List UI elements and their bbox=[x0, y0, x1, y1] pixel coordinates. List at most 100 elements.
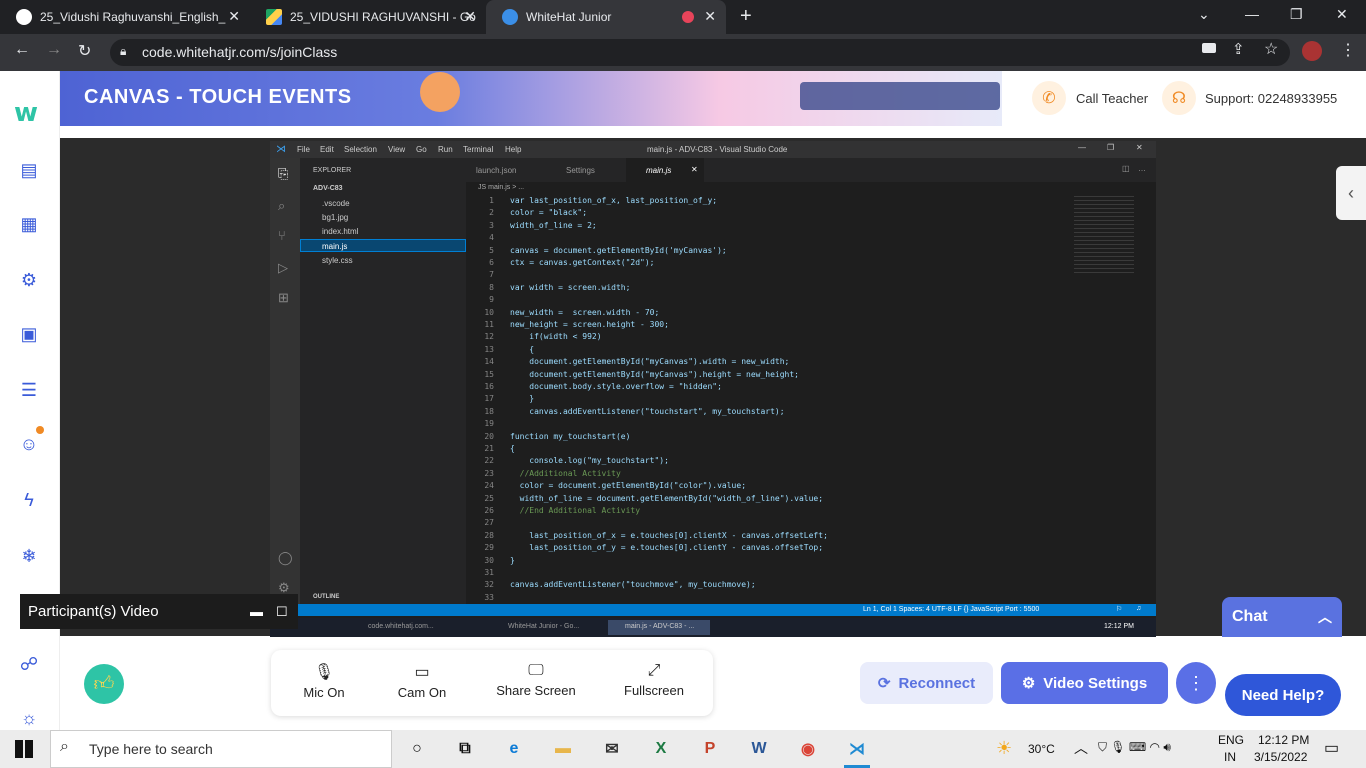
code-line[interactable]: last_position_of_y = e.touches[0].client… bbox=[510, 543, 823, 552]
need-help-button[interactable]: Need Help? bbox=[1225, 674, 1341, 716]
code-line[interactable]: if(width < 992) bbox=[510, 332, 601, 341]
code-line[interactable]: document.body.style.overflow = "hidden"; bbox=[510, 382, 722, 391]
close-tab-icon[interactable]: ✕ bbox=[464, 8, 476, 25]
share-screen-button[interactable]: 🖵︎ Share Screen bbox=[491, 662, 581, 698]
projects-icon[interactable]: ⚙ bbox=[16, 268, 42, 292]
maximize-icon[interactable]: ❐ bbox=[1290, 6, 1303, 23]
code-line[interactable]: color = "black"; bbox=[510, 208, 587, 217]
powerpoint-icon[interactable]: P bbox=[697, 736, 723, 762]
quiz-icon[interactable]: ☰ bbox=[16, 378, 42, 402]
split-editor-icon[interactable]: ◫ bbox=[1122, 164, 1130, 173]
show-hidden-icons[interactable]: ︿ bbox=[1074, 738, 1088, 758]
minimap[interactable] bbox=[1074, 196, 1134, 276]
code-line[interactable]: document.getElementById("myCanvas").heig… bbox=[510, 370, 799, 379]
vs-minimize-icon[interactable]: — bbox=[1078, 143, 1086, 152]
tab-main-js-label[interactable]: main.js bbox=[646, 166, 671, 175]
window-close-icon[interactable]: ✕ bbox=[1336, 6, 1348, 23]
tab-settings[interactable]: Settings bbox=[566, 166, 595, 175]
language-in[interactable]: IN bbox=[1224, 750, 1236, 764]
profile-avatar[interactable] bbox=[1302, 41, 1322, 61]
url-field[interactable]: code.whitehatjr.com/s/joinClass bbox=[110, 39, 1290, 66]
participant-video-bar[interactable]: Participant(s) Video ▬ ☐ bbox=[20, 594, 298, 629]
browser-tab-2[interactable]: 25_VIDUSHI RAGHUVANSHI - Go ✕ bbox=[250, 0, 486, 34]
chrome-icon[interactable]: ◉ bbox=[795, 736, 821, 762]
whitehat-logo-icon[interactable]: w bbox=[14, 98, 38, 128]
menu-terminal[interactable]: Terminal bbox=[463, 145, 493, 154]
schedule-icon[interactable]: ▤ bbox=[16, 158, 42, 182]
reconnect-button[interactable]: ⟳ Reconnect bbox=[860, 662, 993, 704]
code-line[interactable]: { bbox=[510, 444, 515, 453]
notification-icon[interactable]: ▭ bbox=[1324, 738, 1339, 758]
mail-icon[interactable]: ✉ bbox=[599, 736, 625, 762]
more-options-button[interactable]: ⋮ bbox=[1176, 662, 1216, 704]
phone-icon[interactable]: ✆ bbox=[1032, 81, 1066, 115]
minimize-video-icon[interactable]: ▬ bbox=[250, 594, 263, 629]
code-editor[interactable]: JS main.js > ... 1 var last_position_of_x… bbox=[466, 182, 1156, 604]
mic-button[interactable]: 🎙︎ Mic On bbox=[279, 662, 369, 700]
fullscreen-button[interactable]: ⤢ Fullscreen bbox=[609, 662, 699, 698]
forward-icon[interactable]: → bbox=[46, 41, 62, 59]
source-control-icon[interactable]: ⑂ bbox=[278, 228, 286, 243]
code-line[interactable]: //Additional Activity bbox=[510, 469, 621, 478]
video-settings-button[interactable]: ⚙ Video Settings bbox=[1001, 662, 1168, 704]
code-line[interactable]: { bbox=[510, 345, 534, 354]
code-line[interactable]: var width = screen.width; bbox=[510, 283, 630, 292]
project-name[interactable]: ADV-C83 bbox=[313, 185, 343, 192]
code-line[interactable]: last_position_of_x = e.touches[0].client… bbox=[510, 531, 828, 540]
task-view-icon[interactable]: ⧉ bbox=[452, 736, 478, 762]
brightness-icon[interactable]: ☼ bbox=[16, 706, 42, 730]
clock-time[interactable]: 12:12 PM bbox=[1258, 733, 1309, 747]
menu-help[interactable]: Help bbox=[505, 145, 521, 154]
book-icon[interactable]: ▦ bbox=[16, 212, 42, 236]
code-line[interactable]: width_of_line = document.getElementById(… bbox=[510, 494, 823, 503]
file-bg1[interactable]: bg1.jpg bbox=[322, 213, 348, 222]
extensions-icon[interactable]: ⊞ bbox=[278, 290, 289, 306]
code-line[interactable]: new_height = screen.height - 300; bbox=[510, 320, 669, 329]
menu-selection[interactable]: Selection bbox=[344, 145, 377, 154]
bookmark-star-icon[interactable]: ☆ bbox=[1264, 39, 1278, 59]
minimize-icon[interactable]: — bbox=[1245, 6, 1259, 22]
camera-icon[interactable] bbox=[1202, 43, 1216, 53]
explorer-icon[interactable]: ⎘ bbox=[278, 166, 288, 182]
bell-icon[interactable]: ♫ bbox=[1136, 605, 1141, 612]
file-style-css[interactable]: style.css bbox=[322, 256, 353, 265]
people-icon[interactable]: ☍ bbox=[16, 652, 42, 676]
browser-tab-3-active[interactable]: WhiteHat Junior ✕ bbox=[486, 0, 726, 34]
menu-kebab-icon[interactable]: ⋮ bbox=[1340, 40, 1356, 60]
chat-panel-toggle[interactable]: Chat ︿ bbox=[1222, 597, 1342, 637]
weather-sun-icon[interactable]: ☀ bbox=[996, 738, 1012, 759]
code-line[interactable]: document.getElementById("myCanvas").widt… bbox=[510, 357, 789, 366]
edge-icon[interactable]: e bbox=[501, 736, 527, 762]
account-icon[interactable]: ◯ bbox=[278, 550, 293, 566]
menu-view[interactable]: View bbox=[388, 145, 405, 154]
menu-file[interactable]: File bbox=[297, 145, 310, 154]
code-line[interactable]: console.log("my_touchstart"); bbox=[510, 456, 669, 465]
expand-video-icon[interactable]: ☐ bbox=[276, 594, 288, 629]
close-tab-icon[interactable]: ✕ bbox=[704, 8, 716, 25]
tab-close-icon[interactable]: ✕ bbox=[691, 165, 698, 174]
tab-launch-json[interactable]: launch.json bbox=[476, 166, 516, 175]
thumbs-up-icon[interactable]: 👍︎ bbox=[84, 664, 124, 704]
code-line[interactable]: ctx = canvas.getContext("2d"); bbox=[510, 258, 655, 267]
code-line[interactable]: canvas.addEventListener("touchmove", my_… bbox=[510, 580, 756, 589]
weather-temp[interactable]: 30°C bbox=[1028, 742, 1055, 756]
word-icon[interactable]: W bbox=[746, 736, 772, 762]
excel-icon[interactable]: X bbox=[648, 736, 674, 762]
close-tab-icon[interactable]: ✕ bbox=[228, 8, 240, 25]
outline-label[interactable]: OUTLINE bbox=[313, 594, 339, 600]
code-line[interactable]: } bbox=[510, 394, 534, 403]
menu-edit[interactable]: Edit bbox=[320, 145, 334, 154]
cam-button[interactable]: ▭ Cam On bbox=[377, 662, 467, 700]
code-line[interactable]: } bbox=[510, 556, 515, 565]
code-line[interactable]: width_of_line = 2; bbox=[510, 221, 597, 230]
system-tray-icons[interactable]: ⛉ 🎙︎ ⌨ ◠ 🔊︎ bbox=[1098, 740, 1171, 755]
code-line[interactable]: var last_position_of_x, last_position_of… bbox=[510, 196, 717, 205]
browser-tab-1[interactable]: 25_Vidushi Raghuvanshi_English_ ✕ bbox=[0, 0, 250, 34]
call-teacher-link[interactable]: Call Teacher bbox=[1076, 91, 1148, 106]
language-eng[interactable]: ENG bbox=[1218, 733, 1244, 747]
breadcrumb[interactable]: JS main.js > ... bbox=[478, 184, 524, 191]
file-explorer-icon[interactable]: ▬ bbox=[550, 736, 576, 762]
menu-go[interactable]: Go bbox=[416, 145, 427, 154]
share-icon[interactable]: ⇪ bbox=[1232, 40, 1245, 58]
menu-run[interactable]: Run bbox=[438, 145, 453, 154]
